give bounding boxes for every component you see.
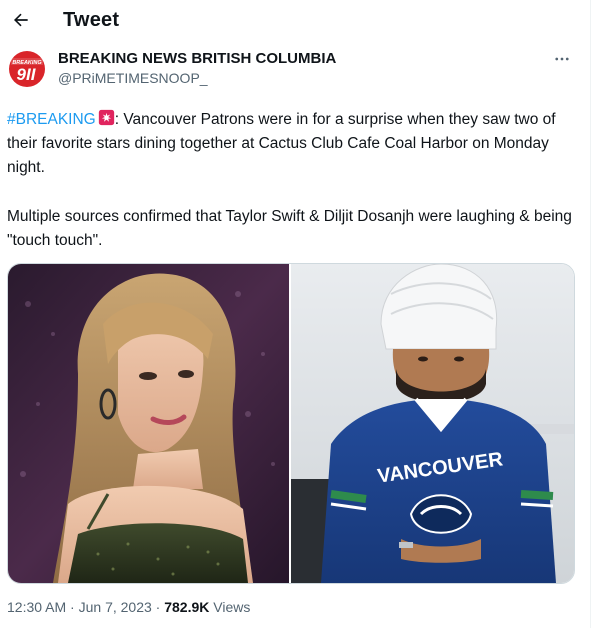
tweet-time[interactable]: 12:30 AM (7, 599, 66, 615)
tweet-meta: 12:30 AM · Jun 7, 2023 · 782.9K Views (7, 599, 250, 615)
tweet-paragraph-2: Multiple sources confirmed that Taylor S… (7, 208, 572, 249)
svg-text:9II: 9II (17, 65, 37, 84)
breaking-911-logo: BREAKING 9II (7, 49, 47, 89)
more-button[interactable] (551, 48, 573, 70)
tweet-header: Tweet (0, 0, 590, 42)
media-grid[interactable]: VANCOUVER (7, 263, 575, 584)
more-dots-icon (555, 57, 569, 61)
author-handle[interactable]: @PRiMETIMESNOOP_ (58, 70, 208, 86)
photo-taylor-swift[interactable] (8, 264, 289, 583)
back-button[interactable] (6, 5, 36, 35)
photo-diljit-dosanjh[interactable]: VANCOUVER (291, 264, 574, 583)
views-label: Views (209, 599, 251, 615)
views-count: 782.9K (164, 599, 210, 615)
tweet-paragraph-1: #BREAKING : Vancouver Patrons were in fo… (7, 108, 582, 180)
avatar[interactable]: BREAKING 9II (7, 49, 47, 89)
author-name[interactable]: BREAKING NEWS BRITISH COLUMBIA (58, 50, 336, 67)
meta-separator: · (66, 599, 79, 615)
hashtag-link[interactable]: #BREAKING (7, 111, 96, 128)
tweet-date[interactable]: Jun 7, 2023 (79, 599, 152, 615)
rotating-light-icon (98, 109, 114, 126)
tweet-text: #BREAKING : Vancouver Patrons were in fo… (7, 108, 582, 253)
meta-separator: · (151, 599, 165, 615)
page-title: Tweet (63, 9, 120, 31)
arrow-left-icon (14, 13, 28, 27)
